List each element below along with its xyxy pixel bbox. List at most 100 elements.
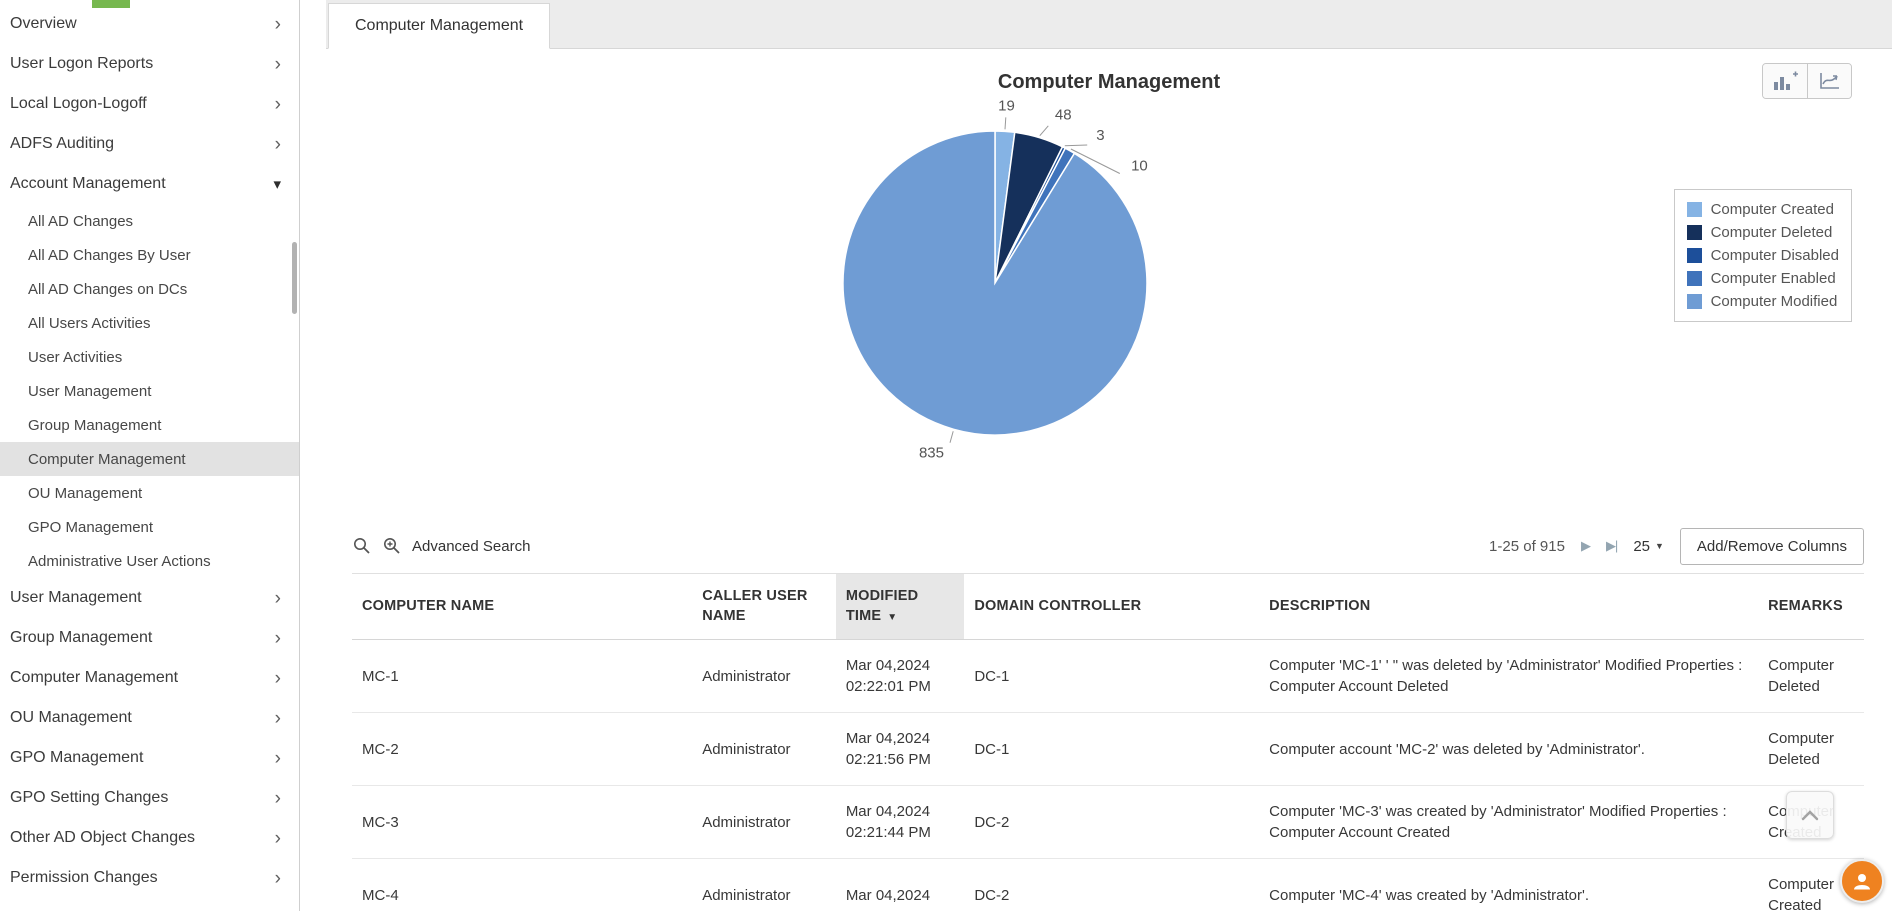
chevron-right-icon: › xyxy=(274,787,281,809)
sidebar-item-label: Permission Changes xyxy=(10,869,158,886)
header-accent-bar xyxy=(92,0,130,8)
sidebar-item-label: Account Management xyxy=(10,175,166,192)
advanced-search-label[interactable]: Advanced Search xyxy=(412,538,530,555)
cell-computer-name: MC-1 xyxy=(352,639,693,714)
legend-swatch xyxy=(1686,225,1702,240)
column-header-modified-time[interactable]: MODIFIED TIME ▼ xyxy=(835,572,965,641)
column-header-label: DOMAIN CONTROLLER xyxy=(974,597,1142,614)
column-header-caller-user-name[interactable]: CALLER USER NAME xyxy=(692,572,836,641)
pie-slice-value-label: 10 xyxy=(1131,157,1148,174)
sidebar-item-adfs-auditing[interactable]: ADFS Auditing › xyxy=(0,124,299,164)
caret-down-icon: ▼ xyxy=(1655,541,1664,551)
pagination-range: 1-25 of 915 xyxy=(1489,537,1565,555)
column-header-domain-controller[interactable]: DOMAIN CONTROLLER xyxy=(964,572,1260,641)
sidebar-item-permission-changes[interactable]: Permission Changes › xyxy=(0,858,299,898)
sidebar-item-administrative-user-actions[interactable]: Administrative User Actions xyxy=(0,544,299,578)
sidebar-item-label: Local Logon-Logoff xyxy=(10,95,147,112)
cell-description: Computer 'MC-3' was created by 'Administ… xyxy=(1259,785,1759,860)
sidebar-item-account-management[interactable]: Account Management ▾ xyxy=(0,164,299,204)
pie-slice-value-label: 835 xyxy=(919,444,944,461)
table-row[interactable]: MC-1 Administrator Mar 04,2024 02:22:01 PM… xyxy=(352,639,1864,714)
sidebar-item-overview[interactable]: Overview › xyxy=(0,4,299,44)
sidebar-item-other-ad-object-changes[interactable]: Other AD Object Changes › xyxy=(0,818,299,858)
chevron-right-icon: › xyxy=(274,93,281,115)
sidebar-item-gpo-management[interactable]: GPO Management xyxy=(0,510,299,544)
legend-item-computer-enabled: Computer Enabled xyxy=(1686,267,1839,290)
pagination-controls: 1-25 of 915 ▶ ▶| 25 ▼ Add/Remove Columns xyxy=(1489,527,1864,565)
add-remove-columns-button[interactable]: Add/Remove Columns xyxy=(1679,527,1864,565)
pie-chart-container: 19 48 3 10 835 xyxy=(750,55,1250,510)
report-table: COMPUTER NAME CALLER USER NAME MODIFIED TI… xyxy=(352,572,1864,911)
cell-caller-user-name: Administrator xyxy=(692,712,836,787)
support-person-icon xyxy=(1854,874,1870,890)
sidebar-item-ou-management[interactable]: OU Management › xyxy=(0,698,299,738)
sidebar-item-gpo-setting-changes[interactable]: GPO Setting Changes › xyxy=(0,778,299,818)
sidebar-item-all-users-activities[interactable]: All Users Activities xyxy=(0,306,299,340)
sidebar-item-label: Computer Management xyxy=(28,450,186,468)
legend-item-computer-created: Computer Created xyxy=(1686,198,1839,221)
cell-caller-user-name: Administrator xyxy=(692,858,836,911)
legend-item-computer-modified: Computer Modified xyxy=(1686,290,1839,313)
cell-remarks: Computer Deleted xyxy=(1758,712,1864,787)
sidebar-scrollbar-thumb[interactable] xyxy=(292,242,297,314)
scroll-to-top-button[interactable] xyxy=(1786,791,1834,839)
bar-chart-icon xyxy=(1774,71,1798,90)
pie-slice-value-label: 48 xyxy=(1055,106,1072,123)
line-chart-toggle-button[interactable] xyxy=(1807,64,1851,98)
sidebar-item-user-logon-reports[interactable]: User Logon Reports › xyxy=(0,44,299,84)
chevron-right-icon: › xyxy=(274,627,281,649)
sidebar-item-label: OU Management xyxy=(10,709,132,726)
legend-label: Computer Enabled xyxy=(1710,270,1836,287)
report-table-panel: Advanced Search 1-25 of 915 ▶ ▶| 25 ▼ Ad… xyxy=(326,519,1892,911)
last-page-icon[interactable]: ▶| xyxy=(1606,538,1618,554)
sidebar-item-all-ad-changes-on-dcs[interactable]: All AD Changes on DCs xyxy=(0,272,299,306)
cell-modified-time: Mar 04,2024 02:21:56 PM xyxy=(835,712,965,787)
bar-chart-toggle-button[interactable] xyxy=(1763,64,1807,98)
sidebar-item-user-management[interactable]: User Management xyxy=(0,374,299,408)
cell-caller-user-name: Administrator xyxy=(692,639,836,714)
column-header-description[interactable]: DESCRIPTION xyxy=(1259,572,1759,641)
sidebar-item-label: User Logon Reports xyxy=(10,55,154,72)
column-header-computer-name[interactable]: COMPUTER NAME xyxy=(352,572,693,641)
sidebar-item-label: Other AD Object Changes xyxy=(10,829,195,846)
tab-bar: Computer Management xyxy=(326,0,1892,49)
support-chat-button[interactable] xyxy=(1840,859,1884,903)
cell-remarks: Computer Deleted xyxy=(1758,639,1864,714)
sidebar-item-group-management[interactable]: Group Management › xyxy=(0,618,299,658)
table-header-row: COMPUTER NAME CALLER USER NAME MODIFIED TI… xyxy=(352,572,1864,641)
sidebar-item-all-ad-changes-by-user[interactable]: All AD Changes By User xyxy=(0,238,299,272)
next-page-icon[interactable]: ▶ xyxy=(1581,538,1591,554)
tab-computer-management[interactable]: Computer Management xyxy=(328,3,551,49)
sidebar-item-group-management[interactable]: Group Management xyxy=(0,408,299,442)
column-header-remarks[interactable]: REMARKS xyxy=(1758,572,1864,641)
sidebar-item-computer-management[interactable]: Computer Management xyxy=(0,442,299,476)
cell-description: Computer 'MC-4' was created by 'Administ… xyxy=(1259,858,1759,911)
table-row[interactable]: MC-3 Administrator Mar 04,2024 02:21:44 PM… xyxy=(352,785,1864,860)
sidebar-item-label: OU Management xyxy=(28,484,143,502)
chart-type-toggles xyxy=(1762,63,1852,99)
pie-slice-value-label: 19 xyxy=(998,97,1015,114)
sidebar-item-ou-management[interactable]: OU Management xyxy=(0,476,299,510)
pie-label-leader-line xyxy=(1004,117,1007,130)
app-root: Overview › User Logon Reports › Local Logon-… xyxy=(0,0,1892,911)
pie-label-leader-line xyxy=(1064,144,1088,147)
cell-computer-name: MC-4 xyxy=(352,858,693,911)
sidebar-item-all-ad-changes[interactable]: All AD Changes xyxy=(0,204,299,238)
column-header-label: MODIFIED TIME xyxy=(845,588,919,624)
search-icon[interactable] xyxy=(352,536,372,556)
table-row[interactable]: MC-4 Administrator Mar 04,2024 DC-2 Computer… xyxy=(352,858,1864,911)
sidebar-item-gpo-management[interactable]: GPO Management › xyxy=(0,738,299,778)
chart-panel: Computer Management 19 48 3 10 835 Compu… xyxy=(326,49,1892,519)
pie-slice-computer-modified[interactable] xyxy=(842,130,1148,436)
table-row[interactable]: MC-2 Administrator Mar 04,2024 02:21:56 PM… xyxy=(352,712,1864,787)
page-size-dropdown[interactable]: 25 ▼ xyxy=(1633,538,1664,555)
sidebar-item-label: All AD Changes xyxy=(28,212,134,230)
sidebar-item-user-management[interactable]: User Management › xyxy=(0,578,299,618)
sidebar-item-label: GPO Management xyxy=(10,749,144,766)
sidebar-item-user-activities[interactable]: User Activities xyxy=(0,340,299,374)
sidebar-item-computer-management[interactable]: Computer Management › xyxy=(0,658,299,698)
cell-domain-controller: DC-1 xyxy=(964,639,1260,714)
sidebar-item-local-logon-logoff[interactable]: Local Logon-Logoff › xyxy=(0,84,299,124)
sidebar-item-label: Overview xyxy=(10,15,77,32)
advanced-search-icon[interactable] xyxy=(382,536,402,556)
